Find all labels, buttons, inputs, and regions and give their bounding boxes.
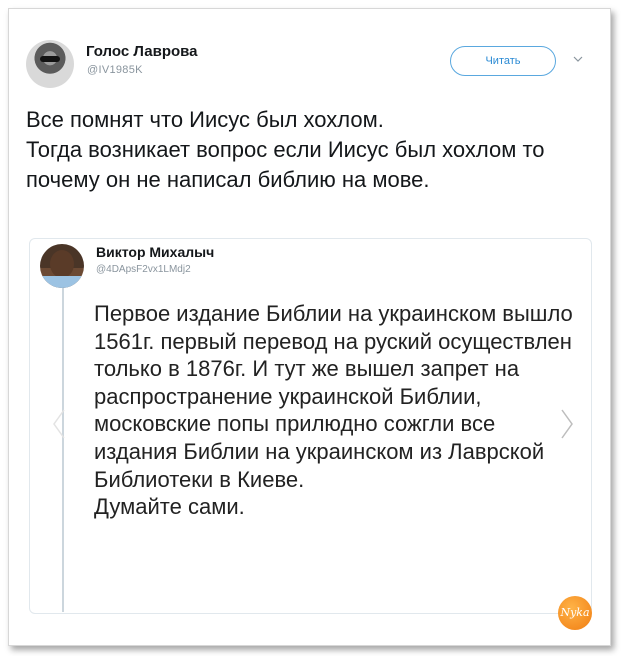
quoted-author-handle[interactable]: @4DApsF2vx1LMdj2 — [96, 264, 191, 275]
quoted-author-avatar[interactable] — [40, 244, 84, 288]
chevron-right-icon[interactable] — [560, 408, 574, 440]
watermark-logo: Nyka — [558, 596, 592, 630]
author-handle[interactable]: @IV1985K — [87, 64, 143, 76]
thread-line — [62, 286, 64, 612]
author-name[interactable]: Голос Лаврова — [86, 43, 198, 60]
quoted-author-name[interactable]: Виктор Михалыч — [96, 244, 214, 260]
chevron-left-icon[interactable] — [52, 408, 66, 440]
follow-button[interactable]: Читать — [450, 46, 556, 76]
tweet-text: Все помнят что Иисус был хохлом. Тогда в… — [26, 107, 545, 192]
chevron-down-icon[interactable] — [573, 54, 583, 64]
author-avatar[interactable] — [26, 40, 74, 88]
quoted-tweet-text: Первое издание Библии на украинском вышл… — [94, 301, 573, 520]
